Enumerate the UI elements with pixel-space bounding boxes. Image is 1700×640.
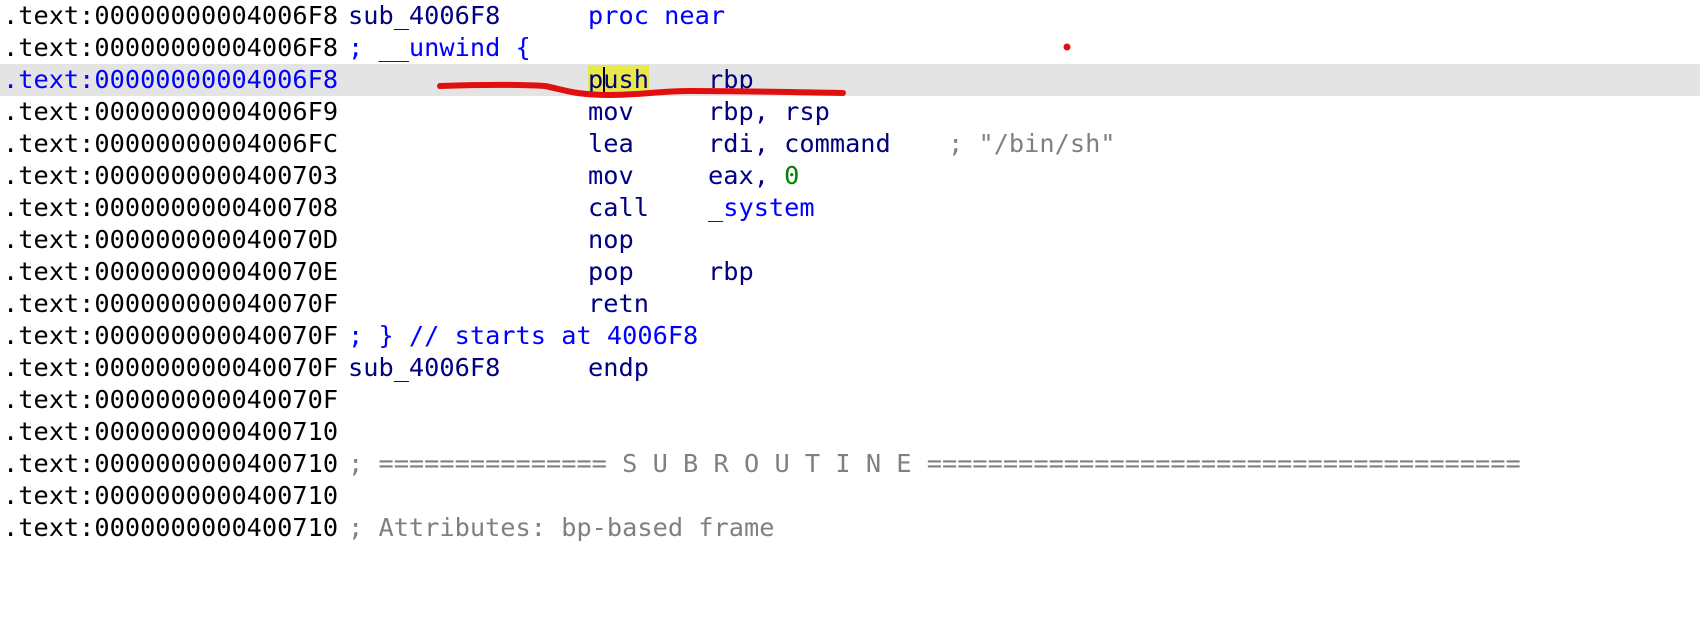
listing-line[interactable]: .text:000000000040070F ; } // starts at … bbox=[0, 320, 1700, 352]
instruction-operands[interactable]: rdi, command bbox=[708, 128, 891, 160]
listing-line[interactable]: .text:0000000000400703 mov eax, 0 bbox=[0, 160, 1700, 192]
line-address[interactable]: .text:00000000004006FC bbox=[3, 128, 338, 160]
mnemonic-first-char: p bbox=[588, 65, 604, 94]
listing-line-current[interactable]: .text:00000000004006F8 push rbp bbox=[0, 64, 1700, 96]
line-address[interactable]: .text:00000000004006F8 bbox=[3, 64, 338, 96]
unwind-end-comment: ; } // starts at 4006F8 bbox=[348, 321, 699, 350]
line-address[interactable]: .text:00000000004006F9 bbox=[3, 96, 338, 128]
listing-line[interactable]: .text:000000000040070F bbox=[0, 384, 1700, 416]
listing-line[interactable]: .text:000000000040070E pop rbp bbox=[0, 256, 1700, 288]
instruction-operands[interactable]: rbp bbox=[708, 256, 754, 288]
proc-directive: proc near bbox=[588, 1, 726, 30]
instruction-operands[interactable]: rbp bbox=[708, 64, 754, 96]
instruction-mnemonic[interactable]: mov bbox=[588, 96, 634, 128]
string-comment: ; "/bin/sh" bbox=[948, 129, 1116, 158]
operand-register: eax, bbox=[708, 161, 785, 190]
listing-line[interactable]: .text:00000000004006F8 sub_4006F8 proc n… bbox=[0, 0, 1700, 32]
instruction-operands[interactable]: rbp, rsp bbox=[708, 96, 830, 128]
instruction-mnemonic[interactable]: retn bbox=[588, 288, 649, 320]
instruction-mnemonic[interactable]: lea bbox=[588, 128, 634, 160]
listing-line[interactable]: .text:0000000000400710 bbox=[0, 416, 1700, 448]
attributes-comment: ; Attributes: bp-based frame bbox=[348, 513, 775, 542]
instruction-mnemonic[interactable]: call bbox=[588, 192, 649, 224]
function-label[interactable]: sub_4006F8 bbox=[348, 0, 500, 32]
listing-line[interactable]: .text:00000000004006F9 mov rbp, rsp bbox=[0, 96, 1700, 128]
listing-line[interactable]: .text:0000000000400710 ; Attributes: bp-… bbox=[0, 512, 1700, 544]
line-address[interactable]: .text:000000000040070E bbox=[3, 256, 338, 288]
line-address[interactable]: .text:000000000040070F bbox=[3, 384, 338, 416]
line-address[interactable]: .text:0000000000400710 bbox=[3, 480, 338, 512]
line-address[interactable]: .text:0000000000400710 bbox=[3, 448, 338, 480]
disassembly-listing[interactable]: .text:00000000004006F8 sub_4006F8 proc n… bbox=[0, 0, 1700, 544]
line-address[interactable]: .text:000000000040070D bbox=[3, 224, 338, 256]
line-address[interactable]: .text:0000000000400710 bbox=[3, 416, 338, 448]
line-address[interactable]: .text:00000000004006F8 bbox=[3, 32, 338, 64]
listing-line[interactable]: .text:0000000000400708 call _system bbox=[0, 192, 1700, 224]
call-target-symbol[interactable]: _system bbox=[708, 192, 815, 224]
line-address[interactable]: .text:00000000004006F8 bbox=[3, 0, 338, 32]
listing-line[interactable]: .text:000000000040070D nop bbox=[0, 224, 1700, 256]
instruction-mnemonic[interactable]: mov bbox=[588, 160, 634, 192]
listing-line[interactable]: .text:0000000000400710 ; ===============… bbox=[0, 448, 1700, 480]
line-address[interactable]: .text:0000000000400710 bbox=[3, 512, 338, 544]
listing-line[interactable]: .text:00000000004006FC lea rdi, command … bbox=[0, 128, 1700, 160]
line-address[interactable]: .text:000000000040070F bbox=[3, 352, 338, 384]
line-address[interactable]: .text:0000000000400708 bbox=[3, 192, 338, 224]
function-label[interactable]: sub_4006F8 bbox=[348, 352, 500, 384]
operand-immediate: 0 bbox=[784, 161, 800, 190]
endp-directive: endp bbox=[588, 353, 649, 382]
instruction-operands[interactable]: eax, 0 bbox=[708, 160, 799, 192]
mnemonic-rest: ush bbox=[603, 65, 649, 94]
instruction-mnemonic[interactable]: pop bbox=[588, 256, 634, 288]
listing-line[interactable]: .text:0000000000400710 bbox=[0, 480, 1700, 512]
line-address[interactable]: .text:000000000040070F bbox=[3, 288, 338, 320]
listing-line[interactable]: .text:000000000040070F sub_4006F8 endp bbox=[0, 352, 1700, 384]
cursor-word-highlight: push bbox=[588, 65, 649, 94]
line-address[interactable]: .text:0000000000400703 bbox=[3, 160, 338, 192]
line-address[interactable]: .text:000000000040070F bbox=[3, 320, 338, 352]
subroutine-separator-comment: ; =============== S U B R O U T I N E ==… bbox=[348, 449, 1521, 478]
unwind-comment: ; __unwind { bbox=[348, 33, 531, 62]
listing-line[interactable]: .text:00000000004006F8 ; __unwind { bbox=[0, 32, 1700, 64]
listing-line[interactable]: .text:000000000040070F retn bbox=[0, 288, 1700, 320]
instruction-mnemonic[interactable]: push bbox=[588, 64, 649, 96]
text-cursor bbox=[603, 67, 605, 93]
instruction-mnemonic[interactable]: nop bbox=[588, 224, 634, 256]
